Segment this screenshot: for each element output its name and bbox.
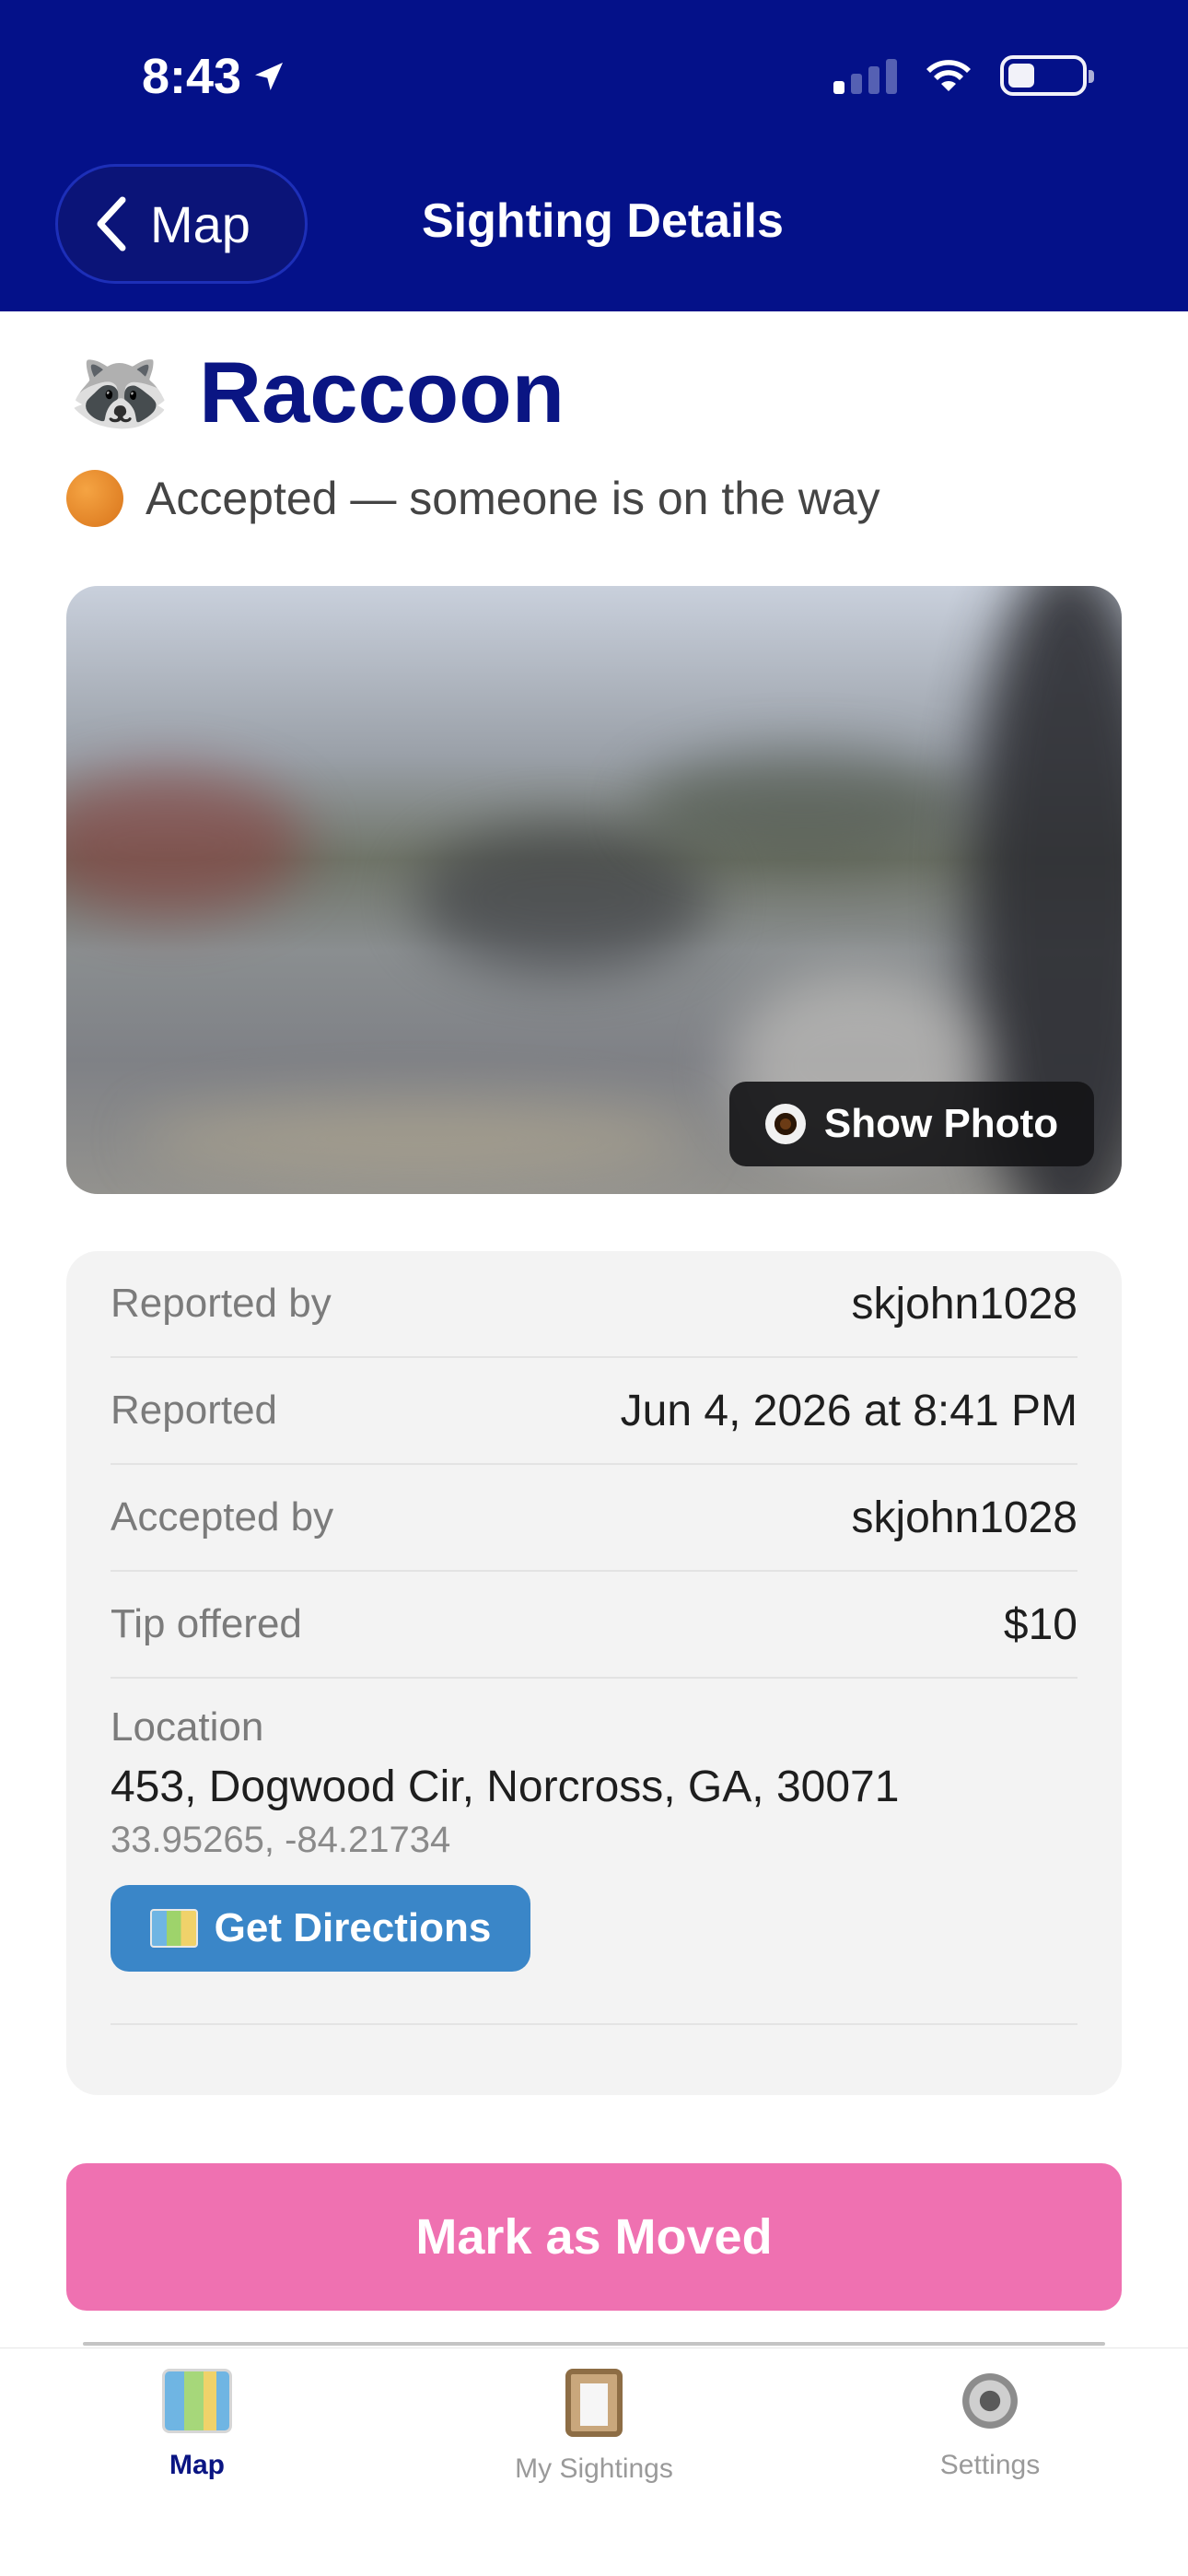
- tip-value: $10: [1003, 1599, 1077, 1649]
- reported-by-label: Reported by: [111, 1281, 332, 1326]
- map-icon: [149, 1909, 198, 1948]
- location-label: Location: [111, 1704, 264, 1750]
- reported-value: Jun 4, 2026 at 8:41 PM: [620, 1386, 1077, 1435]
- sighting-photo-blurred: Show Photo: [66, 586, 1122, 1194]
- location-section: Location 453, Dogwood Cir, Norcross, GA,…: [111, 1679, 1077, 2025]
- detail-row-accepted-by: Accepted by skjohn1028: [111, 1465, 1077, 1572]
- battery-icon: [1000, 55, 1094, 96]
- eye-icon: [764, 1104, 806, 1144]
- show-photo-label: Show Photo: [823, 1101, 1059, 1146]
- animal-name: Raccoon: [199, 344, 565, 440]
- tab-my-sightings-label: My Sightings: [515, 2453, 673, 2484]
- clipboard-icon: [565, 2369, 623, 2437]
- location-coordinates: 33.95265, -84.21734: [111, 1820, 451, 1860]
- raccoon-icon: 🦝: [68, 346, 172, 439]
- mark-as-moved-label: Mark as Moved: [415, 2209, 773, 2265]
- chevron-left-icon: [97, 196, 126, 252]
- cellular-signal-icon: [833, 57, 897, 94]
- tab-settings-label: Settings: [939, 2450, 1041, 2480]
- status-text: Accepted — someone is on the way: [146, 473, 880, 524]
- nav-header: 8:43 Map Sighting Details: [0, 0, 1188, 311]
- back-button-label: Map: [150, 194, 250, 253]
- orange-circle-icon: [66, 470, 123, 527]
- accepted-by-label: Accepted by: [111, 1494, 334, 1540]
- wifi-icon: [926, 60, 971, 91]
- reported-by-value: skjohn1028: [851, 1279, 1077, 1329]
- accepted-by-value: skjohn1028: [851, 1493, 1077, 1542]
- detail-row-tip: Tip offered $10: [111, 1572, 1077, 1679]
- sighting-status: Accepted — someone is on the way: [66, 470, 880, 527]
- scroll-peek-divider: [83, 2342, 1105, 2346]
- location-address: 453, Dogwood Cir, Norcross, GA, 30071: [111, 1762, 900, 1811]
- tab-bar: Map My Sightings Settings: [0, 2348, 1188, 2576]
- mark-as-moved-button[interactable]: Mark as Moved: [66, 2163, 1122, 2311]
- tip-label: Tip offered: [111, 1601, 302, 1646]
- tab-map[interactable]: Map: [59, 2369, 335, 2481]
- status-indicators: [833, 55, 1094, 96]
- detail-row-reported-by: Reported by skjohn1028: [111, 1251, 1077, 1358]
- gear-icon: [958, 2369, 1022, 2433]
- detail-row-reported: Reported Jun 4, 2026 at 8:41 PM: [111, 1358, 1077, 1465]
- get-directions-label: Get Directions: [214, 1905, 492, 1950]
- get-directions-button[interactable]: Get Directions: [111, 1885, 530, 1972]
- status-time: 8:43: [142, 48, 287, 105]
- status-time-text: 8:43: [142, 49, 242, 104]
- tab-map-label: Map: [169, 2450, 225, 2480]
- tab-settings[interactable]: Settings: [852, 2369, 1128, 2481]
- map-icon: [162, 2369, 232, 2433]
- screen: 8:43 Map Sighting Details 🦝 Raccoon Acce…: [0, 0, 1188, 2576]
- show-photo-button[interactable]: Show Photo: [729, 1082, 1094, 1166]
- tab-my-sightings[interactable]: My Sightings: [456, 2369, 732, 2485]
- animal-title-row: 🦝 Raccoon: [68, 343, 565, 442]
- reported-label: Reported: [111, 1388, 278, 1433]
- details-card: Reported by skjohn1028 Reported Jun 4, 2…: [66, 1251, 1122, 2095]
- location-arrow-icon: [255, 63, 284, 90]
- page-title-text: Sighting Details: [422, 194, 784, 248]
- back-button[interactable]: Map: [55, 164, 308, 284]
